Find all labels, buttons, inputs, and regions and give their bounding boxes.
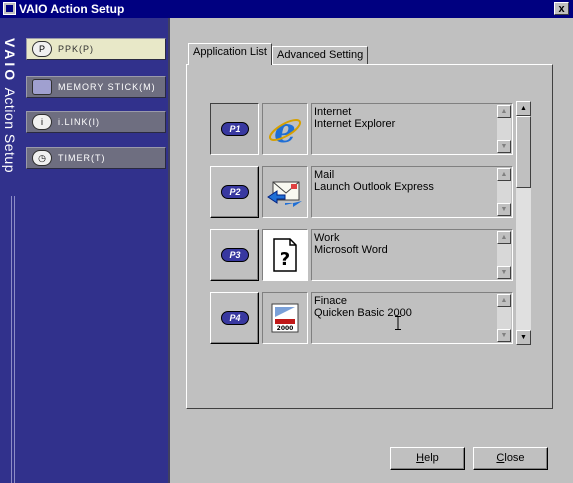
list-item: P4 2000 Finace Quicken Basic 2000 ▲ ▼ <box>209 290 515 348</box>
sidebar: VAIO Action Setup P PPK(P) MEMORY STICK(… <box>0 18 168 483</box>
scroll-down-icon[interactable]: ▼ <box>497 266 511 279</box>
memory-stick-icon <box>32 79 52 95</box>
app-category: Finace <box>314 295 348 307</box>
scrollbar-thumb[interactable] <box>516 116 531 188</box>
description-scrollbar[interactable]: ▲ ▼ <box>497 105 511 153</box>
brand-divider <box>14 196 15 483</box>
app-description[interactable]: Finace Quicken Basic 2000 ▲ ▼ <box>311 292 513 344</box>
ppk-icon: P <box>32 41 52 57</box>
sidebar-item-label: TIMER(T) <box>58 153 106 163</box>
description-scrollbar[interactable]: ▲ ▼ <box>497 231 511 279</box>
scroll-down-icon[interactable]: ▼ <box>497 140 511 153</box>
sidebar-item-ilink[interactable]: i i.LINK(I) <box>26 111 166 133</box>
app-icon[interactable] <box>3 2 16 15</box>
sidebar-item-timer[interactable]: ◷ TIMER(T) <box>26 147 166 169</box>
description-scrollbar[interactable]: ▲ ▼ <box>497 168 511 216</box>
help-label: elp <box>424 452 439 464</box>
application-list-scrollbar[interactable]: ▲ ▼ <box>516 101 531 345</box>
app-icon-slot[interactable]: e <box>262 103 308 155</box>
scroll-up-icon[interactable]: ▲ <box>497 168 511 181</box>
brand-divider <box>11 196 12 483</box>
p4-button[interactable]: P4 <box>210 292 259 344</box>
brand-logo: VAIO Action Setup <box>2 38 18 173</box>
app-name: Internet Explorer <box>314 118 396 130</box>
app-description[interactable]: Work Microsoft Word ▲ ▼ <box>311 229 513 281</box>
application-list: P1 e Internet Internet Explorer ▲ ▼ P2 M… <box>209 101 515 345</box>
scroll-down-icon[interactable]: ▼ <box>497 329 511 342</box>
brand-logo-text: VAIO <box>2 38 18 84</box>
svg-text:2000: 2000 <box>277 325 294 332</box>
app-description[interactable]: Internet Internet Explorer ▲ ▼ <box>311 103 513 155</box>
quicken-icon: 2000 <box>271 303 299 333</box>
close-button[interactable]: Close <box>473 447 548 470</box>
text-cursor-icon <box>395 316 401 330</box>
app-description[interactable]: Mail Launch Outlook Express ▲ ▼ <box>311 166 513 218</box>
close-icon: x <box>558 3 565 15</box>
sidebar-item-label: MEMORY STICK(M) <box>58 82 156 92</box>
svg-text:?: ? <box>280 249 290 270</box>
sidebar-item-label: PPK(P) <box>58 44 95 54</box>
sidebar-item-ppk[interactable]: P PPK(P) <box>26 38 166 60</box>
scroll-up-icon[interactable]: ▲ <box>516 101 531 116</box>
app-icon-slot[interactable] <box>262 166 308 218</box>
app-name: Launch Outlook Express <box>314 181 434 193</box>
app-name: Microsoft Word <box>314 244 388 256</box>
ilink-icon: i <box>32 114 52 130</box>
p1-key-label: P1 <box>221 122 249 136</box>
app-category: Work <box>314 232 340 244</box>
close-label: lose <box>504 452 525 464</box>
app-icon-slot[interactable]: 2000 <box>262 292 308 344</box>
sidebar-item-memory-stick[interactable]: MEMORY STICK(M) <box>26 76 166 98</box>
scroll-down-icon[interactable]: ▼ <box>497 203 511 216</box>
p3-key-label: P3 <box>221 248 249 262</box>
unknown-document-icon: ? <box>273 238 297 272</box>
scroll-up-icon[interactable]: ▲ <box>497 231 511 244</box>
title-bar: VAIO Action Setup x <box>0 0 573 18</box>
sidebar-edge <box>168 18 170 483</box>
sidebar-item-label: i.LINK(I) <box>58 117 101 127</box>
tab-advanced-setting[interactable]: Advanced Setting <box>272 46 369 66</box>
p2-key-label: P2 <box>221 185 249 199</box>
scroll-up-icon[interactable]: ▲ <box>497 105 511 118</box>
brand-column: VAIO Action Setup <box>0 18 24 483</box>
app-icon-slot[interactable]: ? <box>262 229 308 281</box>
tab-application-list[interactable]: Application List <box>188 43 272 65</box>
description-scrollbar[interactable]: ▲ ▼ <box>497 294 511 342</box>
help-button[interactable]: Help <box>390 447 465 470</box>
help-mnemonic: H <box>416 452 425 464</box>
p2-button[interactable]: P2 <box>210 166 259 218</box>
scroll-up-icon[interactable]: ▲ <box>497 294 511 307</box>
p4-key-label: P4 <box>221 311 249 325</box>
app-category: Internet <box>314 106 352 118</box>
window-title: VAIO Action Setup <box>19 2 125 16</box>
close-window-button[interactable]: x <box>554 2 569 15</box>
scroll-down-icon[interactable]: ▼ <box>516 330 531 345</box>
outlook-express-icon <box>267 181 302 207</box>
list-item: P3 ? Work Microsoft Word ▲ ▼ <box>209 227 515 285</box>
internet-explorer-icon: e <box>268 111 302 151</box>
p3-button[interactable]: P3 <box>210 229 259 281</box>
timer-icon: ◷ <box>32 150 52 166</box>
p1-button[interactable]: P1 <box>210 103 259 155</box>
brand-subtitle: Action Setup <box>2 87 18 173</box>
list-item: P1 e Internet Internet Explorer ▲ ▼ <box>209 101 515 159</box>
list-item: P2 Mail Launch Outlook Express ▲ ▼ <box>209 164 515 222</box>
app-category: Mail <box>314 169 335 181</box>
